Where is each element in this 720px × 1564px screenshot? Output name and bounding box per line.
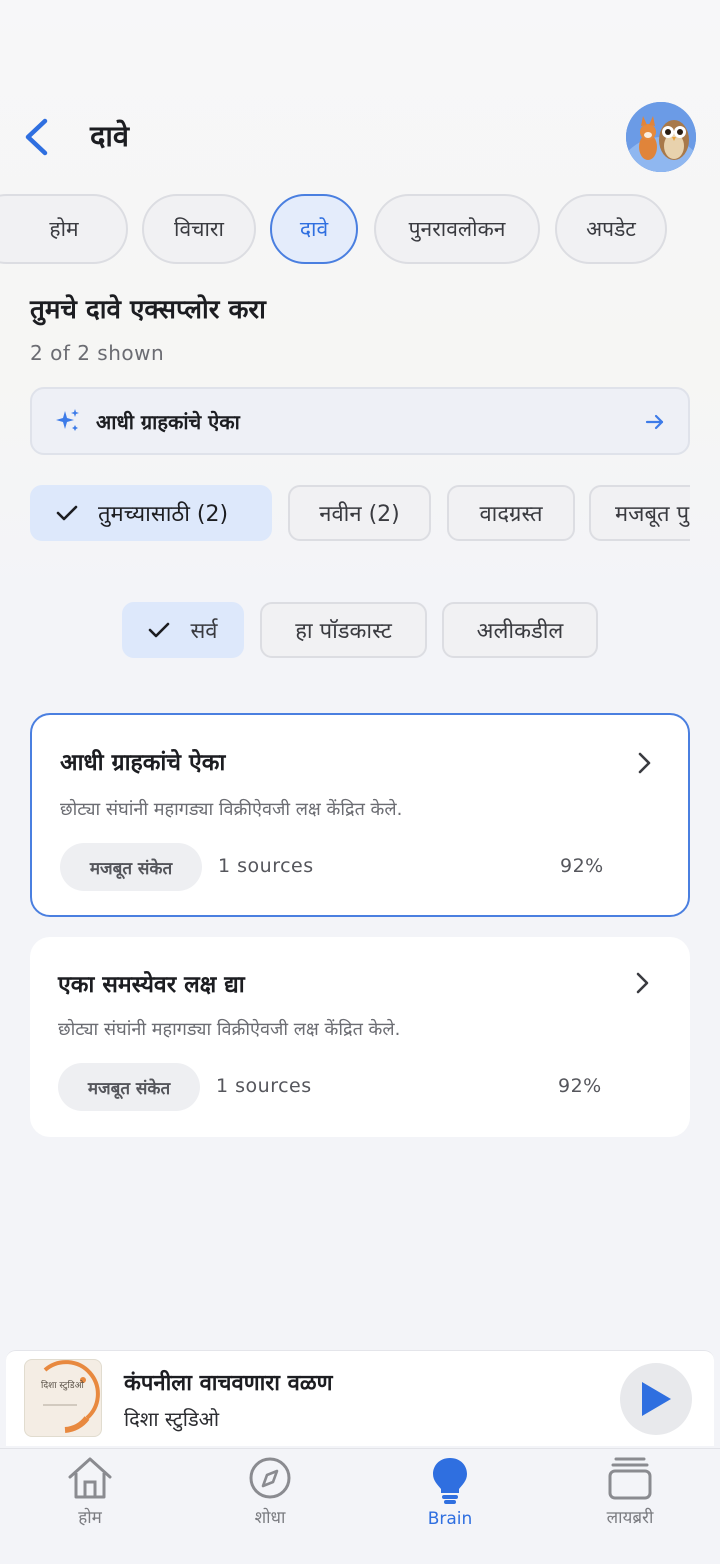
strength-badge: मजबूत संकेत: [60, 843, 202, 891]
avatar-illustration: [626, 102, 696, 172]
chevron-left-icon: [25, 118, 48, 156]
play-icon: [642, 1382, 671, 1416]
confidence-value: 92%: [558, 1075, 602, 1097]
back-button[interactable]: [14, 112, 58, 162]
sparkle-icon: [56, 409, 79, 431]
nav-library[interactable]: लायब्ररी: [540, 1449, 720, 1549]
suggested-prompt[interactable]: आधी ग्राहकांचे ऐका: [30, 387, 690, 455]
check-icon: [149, 622, 170, 638]
check-icon: [56, 505, 78, 521]
nav-label: होम: [78, 1508, 102, 1528]
nav-label: शोधा: [254, 1508, 286, 1528]
play-button[interactable]: [620, 1363, 692, 1435]
podcast-cover: दिशा स्टुडिओ: [24, 1359, 102, 1437]
filter-controversial[interactable]: वादग्रस्त: [447, 485, 575, 541]
scope-all[interactable]: सर्व: [122, 602, 244, 658]
tab-claims[interactable]: दावे: [270, 194, 358, 264]
player-title: कंपनीला वाचवणारा वळण: [124, 1371, 333, 1396]
avatar[interactable]: [626, 102, 696, 172]
claim-card[interactable]: एका समस्येवर लक्ष द्या छोट्या संघांनी मह…: [30, 937, 690, 1137]
claim-card[interactable]: आधी ग्राहकांचे ऐका छोट्या संघांनी महागड्…: [30, 713, 690, 917]
confidence-value: 92%: [560, 855, 604, 877]
filter-strong[interactable]: मजबूत पु: [589, 485, 690, 541]
nav-label: लायब्ररी: [606, 1508, 654, 1528]
tab-ask[interactable]: विचारा: [142, 194, 256, 264]
scope-label: सर्व: [190, 619, 218, 644]
section-title: तुमचे दावे एक्सप्लोर करा: [30, 295, 266, 325]
sources-count: 1 sources: [216, 1075, 312, 1097]
prompt-label: आधी ग्राहकांचे ऐका: [96, 409, 240, 434]
claim-title: एका समस्येवर लक्ष द्या: [58, 972, 245, 998]
section-tabs: होम विचारा दावे पुनरावलोकन अपडेट: [0, 192, 720, 266]
tab-review[interactable]: पुनरावलोकन: [374, 194, 540, 264]
compass-icon: [249, 1457, 291, 1499]
shown-count: 2 of 2 shown: [30, 341, 165, 365]
strength-badge: मजबूत संकेत: [58, 1063, 200, 1111]
nav-brain[interactable]: Brain: [360, 1449, 540, 1549]
tab-updates[interactable]: अपडेट: [555, 194, 667, 264]
arrow-right-icon: [645, 414, 664, 430]
header: दावे: [0, 96, 720, 180]
filter-for-you[interactable]: तुमच्यासाठी (2): [30, 485, 272, 541]
mini-player[interactable]: दिशा स्टुडिओ कंपनीला वाचवणारा वळण दिशा स…: [6, 1350, 714, 1446]
claim-filters: तुमच्यासाठी (2) नवीन (2) वादग्रस्त मजबूत…: [0, 485, 690, 543]
cover-text: दिशा स्टुडिओ: [41, 1381, 84, 1391]
chevron-right-icon: [636, 972, 649, 994]
bottom-navigation: होम शोधा Brain लायब्ररी: [0, 1448, 720, 1564]
claim-title: आधी ग्राहकांचे ऐका: [60, 750, 226, 776]
tab-home[interactable]: होम: [0, 194, 128, 264]
home-icon: [68, 1457, 112, 1499]
nav-discover[interactable]: शोधा: [180, 1449, 360, 1549]
filter-new[interactable]: नवीन (2): [288, 485, 431, 541]
sources-count: 1 sources: [218, 855, 314, 877]
chevron-right-icon: [638, 752, 651, 774]
nav-home[interactable]: होम: [0, 1449, 180, 1549]
lightbulb-icon: [433, 1458, 467, 1504]
page-title: दावे: [90, 119, 130, 153]
player-subtitle: दिशा स्टुडिओ: [124, 1407, 220, 1431]
filter-label: तुमच्यासाठी (2): [98, 502, 229, 527]
claim-description: छोट्या संघांनी महागड्या विक्रीऐवजी लक्ष …: [60, 799, 403, 820]
scope-this-podcast[interactable]: हा पॉडकास्ट: [260, 602, 427, 658]
claim-description: छोट्या संघांनी महागड्या विक्रीऐवजी लक्ष …: [58, 1019, 401, 1040]
scope-recent[interactable]: अलीकडील: [442, 602, 598, 658]
library-icon: [608, 1457, 652, 1500]
nav-label: Brain: [427, 1509, 473, 1529]
cover-art: [43, 1360, 100, 1433]
